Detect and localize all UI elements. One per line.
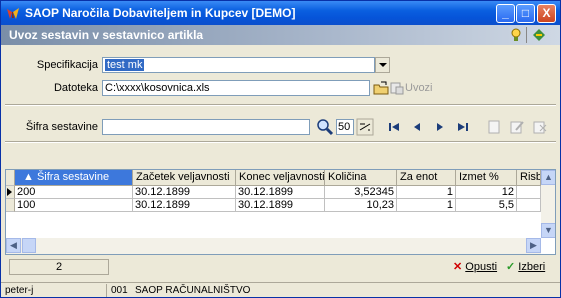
column-header-code[interactable]: ▲ Šifra sestavine: [15, 170, 133, 186]
vertical-scrollbar[interactable]: ▲ ▼: [541, 170, 555, 238]
column-header-quantity[interactable]: Količina: [325, 170, 397, 186]
column-header-per-units[interactable]: Za enot: [397, 170, 456, 186]
status-separator: [106, 284, 107, 297]
row-indicator: [6, 199, 15, 212]
record-count-input[interactable]: 50: [336, 119, 354, 135]
exit-door-icon[interactable]: [531, 27, 547, 43]
row-2-drawing[interactable]: [517, 199, 541, 212]
scroll-right-icon[interactable]: ▶: [526, 238, 541, 253]
file-path-input[interactable]: C:\xxxx\kosovnica.xls: [102, 80, 370, 96]
delete-record-icon: [533, 121, 547, 134]
previous-record-icon[interactable]: [408, 118, 426, 136]
main-window: SAOP Naročila Dobaviteljem in Kupcev [DE…: [0, 0, 561, 298]
specification-select[interactable]: test mk: [102, 57, 375, 73]
header-separator: [526, 27, 527, 43]
search-label: Šifra sestavine: [25, 121, 98, 133]
row-2-valid-from[interactable]: 30.12.1899: [133, 199, 236, 212]
dialog-title: Uvoz sestavin v sestavnico artikla: [9, 28, 204, 42]
specification-label: Specifikacija: [36, 59, 98, 71]
select-check-icon: ✓: [506, 261, 516, 273]
last-record-icon[interactable]: [454, 118, 472, 136]
column-header-valid-to[interactable]: Konec veljavnosti: [236, 170, 325, 186]
search-icon[interactable]: [316, 118, 334, 136]
select-label: Izberi: [518, 261, 546, 273]
footer-bar: 2 ✕ Opusti ✓ Izberi: [5, 259, 556, 277]
file-label: Datoteka: [53, 82, 98, 94]
horizontal-scrollbar[interactable]: ◀ ▶: [6, 238, 541, 254]
column-header-valid-from[interactable]: Začetek veljavnosti: [133, 170, 236, 186]
row-1-drawing[interactable]: [517, 186, 541, 199]
record-count-display: 2: [9, 259, 109, 275]
grid-corner: [6, 170, 15, 186]
status-bar: peter-j 001 SAOP RAČUNALNIŠTVO: [1, 282, 560, 297]
minimize-button[interactable]: _: [496, 4, 515, 23]
window-title: SAOP Naročila Dobaviteljem in Kupcev [DE…: [25, 6, 296, 20]
edit-record-icon: [510, 121, 524, 134]
status-user: peter-j: [5, 285, 34, 296]
dialog-header: Uvoz sestavin v sestavnico artikla: [1, 25, 560, 45]
row-2-per-units[interactable]: 1: [397, 199, 456, 212]
row-1-per-units[interactable]: 1: [397, 186, 456, 199]
close-button[interactable]: X: [537, 4, 556, 23]
app-logo-icon: [7, 8, 19, 19]
specification-value: test mk: [105, 59, 145, 71]
row-2-code[interactable]: 100: [15, 199, 133, 212]
sort-ascending-icon: ▲: [23, 171, 37, 183]
cancel-label: Opusti: [465, 261, 498, 273]
toolbar-divider: [5, 141, 556, 143]
import-icon: [390, 82, 404, 95]
row-1-valid-to[interactable]: 30.12.1899: [236, 186, 325, 199]
status-company-code: 001: [111, 285, 128, 296]
row-1-quantity[interactable]: 3,52345: [325, 186, 397, 199]
new-record-icon: [488, 120, 500, 134]
scroll-up-icon[interactable]: ▲: [541, 170, 555, 185]
row-2-valid-to[interactable]: 30.12.1899: [236, 199, 325, 212]
row-1-scrap[interactable]: 12: [456, 186, 517, 199]
status-company-name: SAOP RAČUNALNIŠTVO: [135, 285, 251, 296]
import-button-label[interactable]: Uvozi: [405, 82, 433, 94]
row-1-code[interactable]: 200: [15, 186, 133, 199]
title-bar[interactable]: SAOP Naročila Dobaviteljem in Kupcev [DE…: [1, 1, 560, 25]
select-button[interactable]: ✓ Izberi: [506, 260, 545, 273]
next-record-icon[interactable]: [431, 118, 449, 136]
record-count-spinner-icon[interactable]: [356, 118, 374, 136]
first-record-icon[interactable]: [385, 118, 403, 136]
scroll-down-icon[interactable]: ▼: [541, 223, 555, 238]
specification-dropdown-button[interactable]: [375, 57, 390, 73]
row-1-valid-from[interactable]: 30.12.1899: [133, 186, 236, 199]
components-grid[interactable]: ▲ Šifra sestavine Začetek veljavnosti Ko…: [5, 169, 556, 255]
search-input[interactable]: [102, 119, 310, 135]
maximize-button[interactable]: □: [516, 4, 535, 23]
column-header-scrap[interactable]: Izmet %: [456, 170, 517, 186]
scroll-left-icon[interactable]: ◀: [6, 238, 21, 253]
form-divider: [5, 104, 556, 106]
column-header-drawing[interactable]: Risba: [517, 170, 541, 186]
current-row-indicator: [6, 186, 15, 199]
help-bulb-icon[interactable]: [508, 27, 524, 43]
row-2-scrap[interactable]: 5,5: [456, 199, 517, 212]
horizontal-scroll-thumb[interactable]: [22, 238, 36, 253]
cancel-x-icon: ✕: [453, 261, 463, 273]
cancel-button[interactable]: ✕ Opusti: [453, 260, 497, 273]
row-2-quantity[interactable]: 10,23: [325, 199, 397, 212]
